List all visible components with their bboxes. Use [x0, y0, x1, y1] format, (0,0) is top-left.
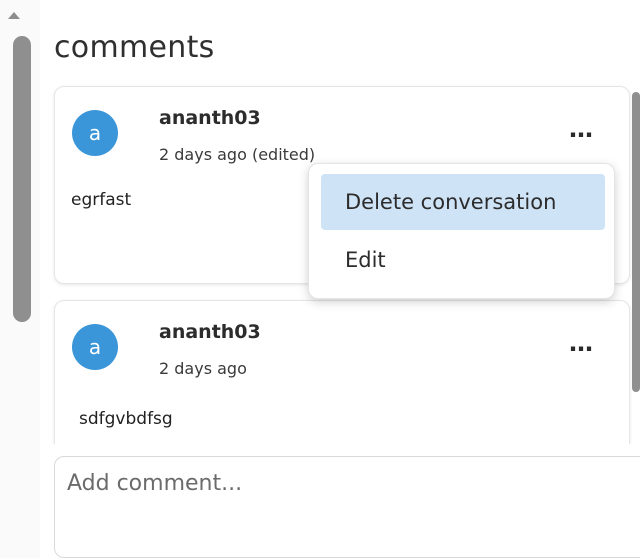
more-options-icon[interactable]: ⋯ [561, 123, 601, 147]
more-options-icon[interactable]: ⋯ [561, 337, 601, 361]
delete-conversation-menu-item[interactable]: Delete conversation [321, 174, 605, 230]
panel-title: comments [54, 30, 215, 65]
avatar[interactable]: a [72, 110, 118, 156]
avatar[interactable]: a [72, 324, 118, 370]
comment-card: a ananth03 2 days ago ⋯ sdfgvbdfsg [54, 300, 630, 444]
right-scrollbar-thumb[interactable] [632, 92, 640, 392]
comment-timestamp: 2 days ago [159, 359, 247, 378]
comment-text: sdfgvbdfsg [79, 409, 173, 429]
comment-timestamp: 2 days ago (edited) [159, 145, 316, 164]
comment-text: egrfast [71, 190, 132, 210]
comment-author: ananth03 [159, 321, 261, 343]
edit-menu-item[interactable]: Edit [321, 232, 605, 288]
comment-context-menu: Delete conversation Edit [308, 163, 615, 299]
add-comment-input[interactable] [67, 471, 627, 551]
scroll-up-arrow-icon[interactable] [8, 12, 20, 19]
comment-author: ananth03 [159, 107, 261, 129]
add-comment-box [54, 456, 640, 558]
left-scrollbar-thumb[interactable] [13, 36, 31, 322]
